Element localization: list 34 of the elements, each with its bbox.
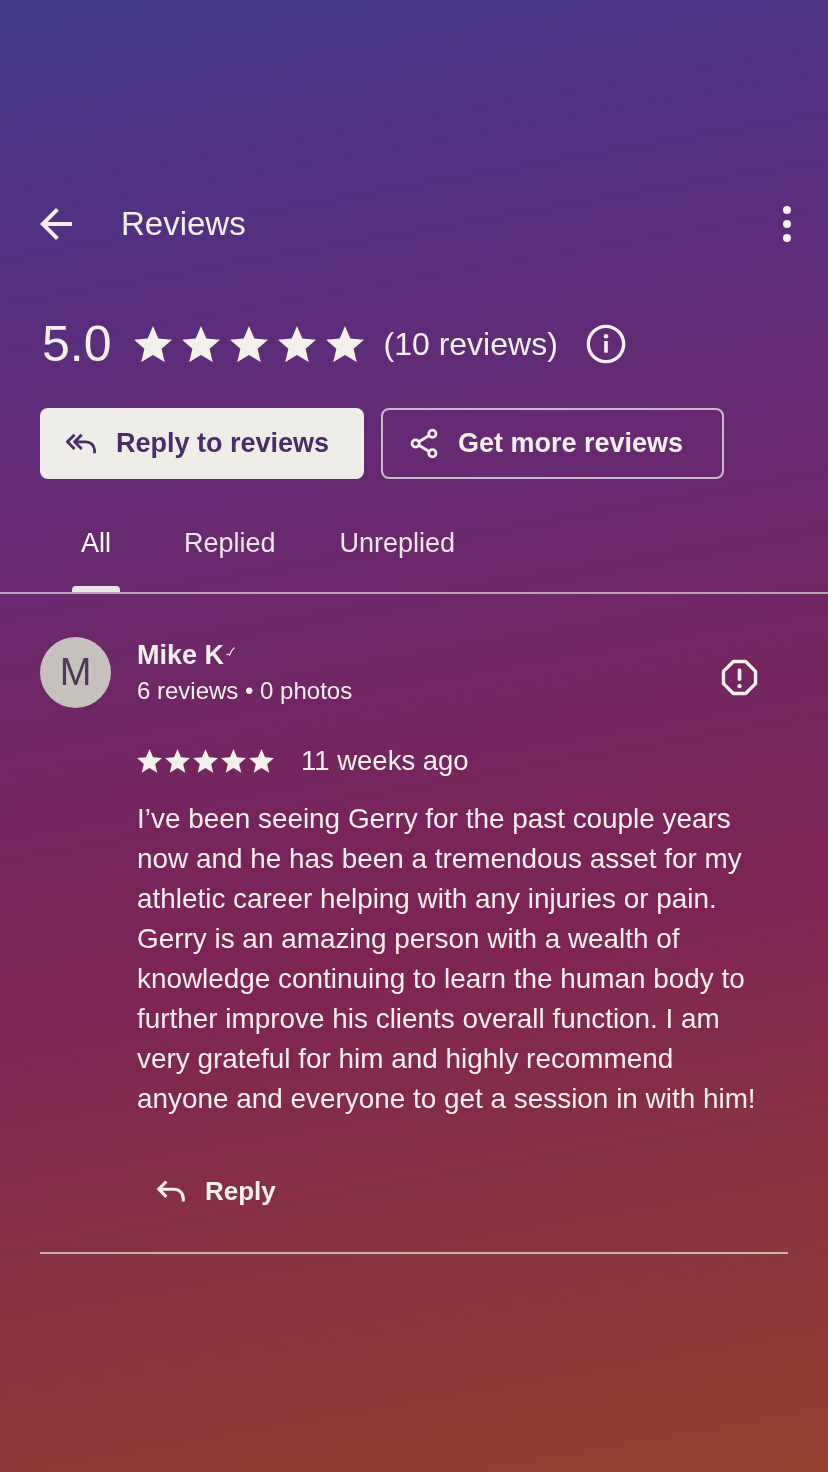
review-count: (10 reviews): [383, 325, 558, 364]
review-text: I’ve been seeing Gerry for the past couple years now and he has been a tremendous asset for my athletic career helping with any injuries or pain. Gerry is an amazing person with a wealth of knowledge continuing to learn the human body to further improve his clients overall function. I am very grateful for him and highly recommend anyone and everyone to get a session in with him!: [137, 802, 757, 1116]
star-icon: [221, 749, 246, 773]
star-icon: [181, 325, 220, 363]
reply-button[interactable]: Reply: [137, 1163, 296, 1219]
star-icon: [165, 749, 190, 773]
star-icon: [249, 749, 274, 773]
star-icon: [137, 749, 162, 773]
reply-to-reviews-button[interactable]: Reply to reviews: [40, 408, 364, 479]
reviewer-stats: 6 reviews • 0 photos: [137, 676, 354, 706]
page-title: Reviews: [121, 204, 246, 244]
share-icon: [410, 428, 438, 459]
star-icon: [325, 325, 364, 363]
info-icon[interactable]: [585, 324, 626, 364]
back-arrow-icon: [40, 208, 72, 240]
filter-tab[interactable]: Replied: [152, 500, 308, 592]
star-icon: [229, 325, 268, 363]
filter-tab[interactable]: All: [40, 500, 152, 592]
more-options-icon[interactable]: [783, 206, 791, 242]
avatar: M: [40, 637, 111, 708]
star-icon: [193, 749, 218, 773]
tick-mark-icon: [226, 647, 236, 656]
filter-tab[interactable]: Unreplied: [307, 500, 488, 592]
review-time: 11 weeks ago: [301, 744, 469, 778]
reply-all-icon: [66, 432, 96, 455]
star-icon: [277, 325, 316, 363]
tab-indicator: [72, 586, 120, 592]
back-button[interactable]: [40, 208, 72, 240]
reviewer-name[interactable]: Mike K: [137, 637, 225, 673]
star-icon: [133, 325, 172, 363]
reply-arrow-icon: [157, 1179, 185, 1203]
get-more-reviews-button[interactable]: Get more reviews: [381, 408, 724, 479]
report-icon[interactable]: [721, 659, 758, 696]
average-rating: 5.0: [42, 315, 112, 374]
